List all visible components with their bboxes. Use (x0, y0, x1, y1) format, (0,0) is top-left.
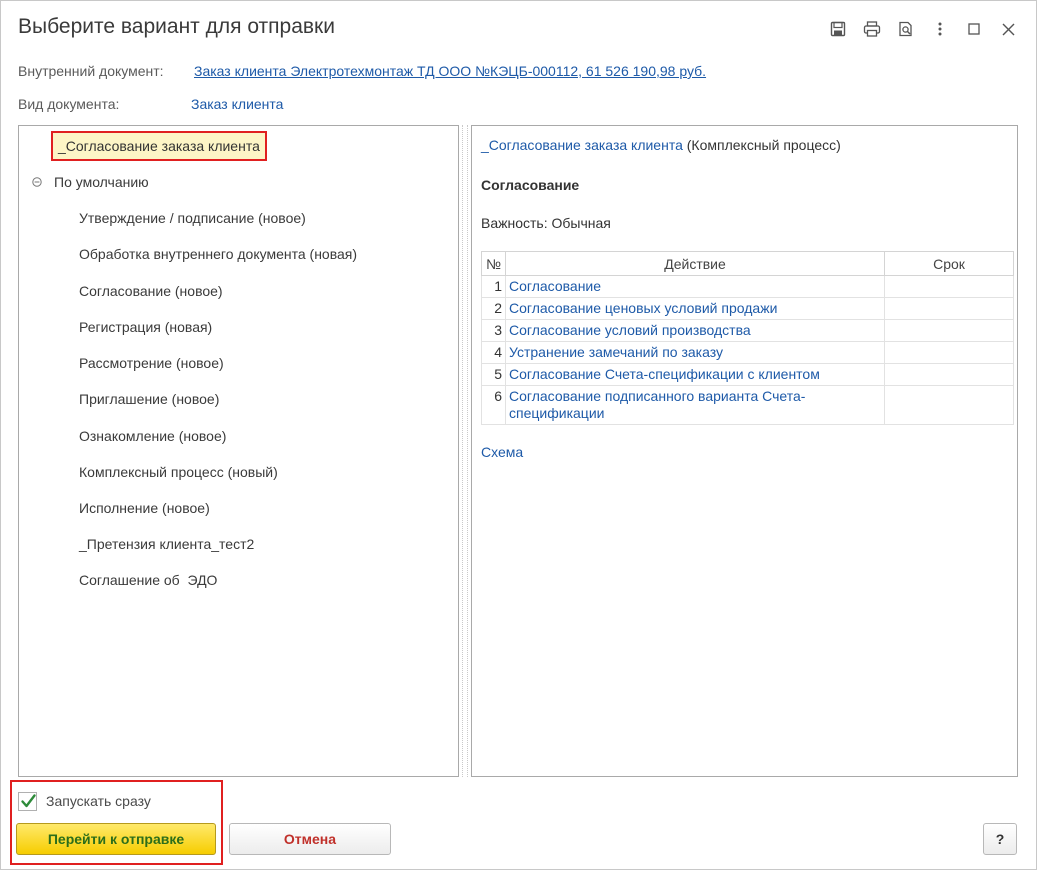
tree-group-default[interactable]: По умолчанию (54, 174, 149, 190)
save-button[interactable] (824, 17, 852, 41)
importance-text: Важность: Обычная (481, 215, 611, 231)
tree-item[interactable]: Согласование (новое) (79, 283, 223, 299)
cancel-button[interactable]: Отмена (229, 823, 391, 855)
row-num: 6 (480, 385, 507, 425)
row-term (884, 297, 1014, 320)
row-action-link[interactable]: Согласование (505, 275, 885, 298)
row-term (884, 385, 1014, 425)
maximize-button[interactable] (960, 17, 988, 41)
close-icon (1002, 23, 1014, 35)
tree-item[interactable]: Регистрация (новая) (79, 319, 212, 335)
checkmark-icon (21, 794, 36, 808)
window-title: Выберите вариант для отправки (18, 15, 335, 38)
row-action-link[interactable]: Согласование ценовых условий продажи (505, 297, 885, 320)
title-toolbar (818, 17, 1022, 41)
tree-item[interactable]: Комплексный процесс (новый) (79, 464, 278, 480)
row-num: 1 (480, 275, 507, 298)
row-num: 4 (480, 341, 507, 364)
row-term (884, 341, 1014, 364)
row-action-link[interactable]: Согласование условий производства (505, 319, 885, 342)
table-header-row: № Действие Срок (480, 251, 1014, 276)
more-icon (938, 22, 942, 36)
internal-doc-label: Внутренний документ: (18, 63, 164, 79)
tree-item[interactable]: Рассмотрение (новое) (79, 355, 224, 371)
collapse-icon[interactable] (32, 177, 42, 187)
process-details-panel: _Согласование заказа клиента (Комплексны… (471, 125, 1018, 777)
column-num: № (480, 251, 507, 276)
row-action-link[interactable]: Устранение замечаний по заказу (505, 341, 885, 364)
table-row: 4 Устранение замечаний по заказу (480, 341, 1014, 364)
preview-button[interactable] (892, 17, 920, 41)
maximize-icon (968, 23, 980, 35)
tree-item-selected[interactable]: _Согласование заказа клиента (51, 131, 267, 161)
process-tree-panel: _Согласование заказа клиента По умолчани… (18, 125, 459, 777)
print-button[interactable] (858, 17, 886, 41)
schema-link[interactable]: Схема (481, 444, 523, 460)
go-to-send-button[interactable]: Перейти к отправке (16, 823, 216, 855)
tree-item[interactable]: Ознакомление (новое) (79, 428, 226, 444)
table-row: 1 Согласование (480, 275, 1014, 298)
row-action-link[interactable]: Согласование Счета-спецификации с клиент… (505, 363, 885, 386)
process-link[interactable]: _Согласование заказа клиента (481, 137, 683, 153)
tree-item[interactable]: Обработка внутреннего документа (новая) (79, 246, 357, 262)
table-row: 6 Согласование подписанного варианта Сче… (480, 385, 1014, 425)
tree-item[interactable]: _Претензия клиента_тест2 (79, 536, 254, 552)
doc-type-link[interactable]: Заказ клиента (191, 96, 283, 112)
column-action: Действие (505, 251, 885, 276)
table-row: 5 Согласование Счета-спецификации с клие… (480, 363, 1014, 386)
dialog-window: Выберите вариант для отправки Внутренний… (0, 0, 1037, 870)
more-button[interactable] (926, 17, 954, 41)
tree-item[interactable]: Исполнение (новое) (79, 500, 210, 516)
section-title: Согласование (481, 177, 580, 193)
steps-table: № Действие Срок 1 Согласование 2 Согласо… (480, 251, 1014, 425)
start-now-label: Запускать сразу (46, 793, 151, 809)
row-num: 3 (480, 319, 507, 342)
internal-doc-link[interactable]: Заказ клиента Электротехмонтаж ТД ООО №К… (194, 63, 706, 79)
panel-splitter[interactable] (462, 125, 468, 777)
row-action-link[interactable]: Согласование подписанного варианта Счета… (505, 385, 885, 425)
table-row: 2 Согласование ценовых условий продажи (480, 297, 1014, 320)
process-header: _Согласование заказа клиента (Комплексны… (481, 137, 841, 153)
close-button[interactable] (994, 17, 1022, 41)
doc-type-label: Вид документа: (18, 96, 120, 112)
save-icon (830, 21, 846, 37)
row-num: 5 (480, 363, 507, 386)
tree-item[interactable]: Приглашение (новое) (79, 391, 219, 407)
preview-icon (899, 21, 912, 37)
process-type: (Комплексный процесс) (686, 137, 841, 153)
row-term (884, 275, 1014, 298)
start-now-checkbox[interactable] (18, 792, 37, 811)
table-row: 3 Согласование условий производства (480, 319, 1014, 342)
tree-item[interactable]: Утверждение / подписание (новое) (79, 210, 306, 226)
print-icon (863, 21, 881, 37)
tree-item[interactable]: Соглашение об ЭДО (79, 572, 217, 588)
row-num: 2 (480, 297, 507, 320)
help-button[interactable]: ? (983, 823, 1017, 855)
row-term (884, 363, 1014, 386)
row-term (884, 319, 1014, 342)
column-term: Срок (884, 251, 1014, 276)
